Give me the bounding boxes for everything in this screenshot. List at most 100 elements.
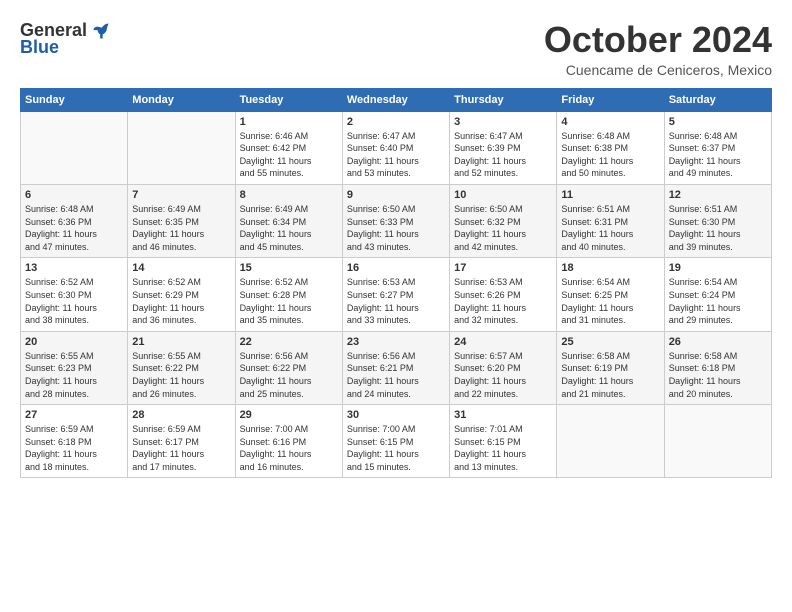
day-number: 17: [454, 262, 552, 274]
day-number: 4: [561, 116, 659, 128]
calendar-cell: 27 Sunrise: 6:59 AM Sunset: 6:18 PM Dayli…: [21, 405, 128, 478]
calendar-cell: 6 Sunrise: 6:48 AM Sunset: 6:36 PM Daylig…: [21, 184, 128, 257]
calendar-cell: 29 Sunrise: 7:00 AM Sunset: 6:16 PM Dayli…: [235, 405, 342, 478]
day-info: Sunrise: 6:58 AM Sunset: 6:18 PM Dayligh…: [669, 350, 767, 400]
day-info: Sunrise: 7:00 AM Sunset: 6:15 PM Dayligh…: [347, 423, 445, 473]
day-info: Sunrise: 6:48 AM Sunset: 6:38 PM Dayligh…: [561, 130, 659, 180]
day-info: Sunrise: 6:50 AM Sunset: 6:33 PM Dayligh…: [347, 203, 445, 253]
day-info: Sunrise: 7:01 AM Sunset: 6:15 PM Dayligh…: [454, 423, 552, 473]
day-info: Sunrise: 6:51 AM Sunset: 6:30 PM Dayligh…: [669, 203, 767, 253]
day-info: Sunrise: 6:47 AM Sunset: 6:39 PM Dayligh…: [454, 130, 552, 180]
day-number: 16: [347, 262, 445, 274]
calendar-cell: 11 Sunrise: 6:51 AM Sunset: 6:31 PM Dayli…: [557, 184, 664, 257]
calendar-cell: 25Sunrise: 6:58 AM Sunset: 6:19 PM Dayli…: [557, 331, 664, 404]
calendar-cell: 7 Sunrise: 6:49 AM Sunset: 6:35 PM Daylig…: [128, 184, 235, 257]
day-number: 29: [240, 409, 338, 421]
day-number: 26: [669, 336, 767, 348]
header-monday: Monday: [128, 88, 235, 111]
day-info: Sunrise: 6:51 AM Sunset: 6:31 PM Dayligh…: [561, 203, 659, 253]
day-info: Sunrise: 6:56 AM Sunset: 6:22 PM Dayligh…: [240, 350, 338, 400]
day-number: 27: [25, 409, 123, 421]
calendar-cell: [664, 405, 771, 478]
day-info: Sunrise: 6:54 AM Sunset: 6:25 PM Dayligh…: [561, 276, 659, 326]
page-header: General Blue October 2024 Cuencame de Ce…: [20, 20, 772, 78]
day-number: 3: [454, 116, 552, 128]
calendar-cell: 26 Sunrise: 6:58 AM Sunset: 6:18 PM Dayli…: [664, 331, 771, 404]
day-number: 24: [454, 336, 552, 348]
calendar-cell: 1Sunrise: 6:46 AM Sunset: 6:42 PM Daylig…: [235, 111, 342, 184]
day-number: 30: [347, 409, 445, 421]
day-number: 1: [240, 116, 338, 128]
calendar-cell: 12 Sunrise: 6:51 AM Sunset: 6:30 PM Dayli…: [664, 184, 771, 257]
day-info: Sunrise: 6:56 AM Sunset: 6:21 PM Dayligh…: [347, 350, 445, 400]
day-info: Sunrise: 6:53 AM Sunset: 6:27 PM Dayligh…: [347, 276, 445, 326]
day-number: 12: [669, 189, 767, 201]
day-number: 15: [240, 262, 338, 274]
day-info: Sunrise: 6:47 AM Sunset: 6:40 PM Dayligh…: [347, 130, 445, 180]
calendar-week-row: 6 Sunrise: 6:48 AM Sunset: 6:36 PM Daylig…: [21, 184, 772, 257]
calendar-cell: 30 Sunrise: 7:00 AM Sunset: 6:15 PM Dayli…: [342, 405, 449, 478]
calendar-week-row: 20Sunrise: 6:55 AM Sunset: 6:23 PM Dayli…: [21, 331, 772, 404]
calendar-cell: 24 Sunrise: 6:57 AM Sunset: 6:20 PM Dayli…: [450, 331, 557, 404]
day-info: Sunrise: 6:59 AM Sunset: 6:17 PM Dayligh…: [132, 423, 230, 473]
calendar-cell: 15 Sunrise: 6:52 AM Sunset: 6:28 PM Dayli…: [235, 258, 342, 331]
calendar-week-row: 27 Sunrise: 6:59 AM Sunset: 6:18 PM Dayli…: [21, 405, 772, 478]
day-info: Sunrise: 7:00 AM Sunset: 6:16 PM Dayligh…: [240, 423, 338, 473]
header-friday: Friday: [557, 88, 664, 111]
calendar-cell: 16 Sunrise: 6:53 AM Sunset: 6:27 PM Dayli…: [342, 258, 449, 331]
day-info: Sunrise: 6:53 AM Sunset: 6:26 PM Dayligh…: [454, 276, 552, 326]
day-number: 7: [132, 189, 230, 201]
calendar-cell: [21, 111, 128, 184]
calendar-cell: 17 Sunrise: 6:53 AM Sunset: 6:26 PM Dayli…: [450, 258, 557, 331]
calendar-cell: 5 Sunrise: 6:48 AM Sunset: 6:37 PM Daylig…: [664, 111, 771, 184]
day-number: 20: [25, 336, 123, 348]
day-info: Sunrise: 6:49 AM Sunset: 6:35 PM Dayligh…: [132, 203, 230, 253]
header-tuesday: Tuesday: [235, 88, 342, 111]
day-number: 5: [669, 116, 767, 128]
title-section: October 2024 Cuencame de Ceniceros, Mexi…: [544, 20, 772, 78]
day-info: Sunrise: 6:57 AM Sunset: 6:20 PM Dayligh…: [454, 350, 552, 400]
calendar-cell: 13Sunrise: 6:52 AM Sunset: 6:30 PM Dayli…: [21, 258, 128, 331]
calendar-cell: 22 Sunrise: 6:56 AM Sunset: 6:22 PM Dayli…: [235, 331, 342, 404]
calendar-cell: 23 Sunrise: 6:56 AM Sunset: 6:21 PM Dayli…: [342, 331, 449, 404]
day-info: Sunrise: 6:55 AM Sunset: 6:22 PM Dayligh…: [132, 350, 230, 400]
day-number: 9: [347, 189, 445, 201]
logo: General Blue: [20, 20, 111, 58]
calendar-table: SundayMondayTuesdayWednesdayThursdayFrid…: [20, 88, 772, 479]
day-number: 22: [240, 336, 338, 348]
calendar-cell: 9 Sunrise: 6:50 AM Sunset: 6:33 PM Daylig…: [342, 184, 449, 257]
calendar-cell: 8Sunrise: 6:49 AM Sunset: 6:34 PM Daylig…: [235, 184, 342, 257]
day-number: 19: [669, 262, 767, 274]
calendar-cell: 18Sunrise: 6:54 AM Sunset: 6:25 PM Dayli…: [557, 258, 664, 331]
calendar-cell: 19 Sunrise: 6:54 AM Sunset: 6:24 PM Dayli…: [664, 258, 771, 331]
calendar-cell: 28 Sunrise: 6:59 AM Sunset: 6:17 PM Dayli…: [128, 405, 235, 478]
day-number: 10: [454, 189, 552, 201]
day-info: Sunrise: 6:59 AM Sunset: 6:18 PM Dayligh…: [25, 423, 123, 473]
day-number: 14: [132, 262, 230, 274]
day-number: 21: [132, 336, 230, 348]
day-info: Sunrise: 6:54 AM Sunset: 6:24 PM Dayligh…: [669, 276, 767, 326]
day-number: 6: [25, 189, 123, 201]
calendar-week-row: 1Sunrise: 6:46 AM Sunset: 6:42 PM Daylig…: [21, 111, 772, 184]
calendar-cell: 10 Sunrise: 6:50 AM Sunset: 6:32 PM Dayli…: [450, 184, 557, 257]
day-number: 31: [454, 409, 552, 421]
calendar-cell: 14 Sunrise: 6:52 AM Sunset: 6:29 PM Dayli…: [128, 258, 235, 331]
day-info: Sunrise: 6:48 AM Sunset: 6:36 PM Dayligh…: [25, 203, 123, 253]
header-sunday: Sunday: [21, 88, 128, 111]
day-info: Sunrise: 6:52 AM Sunset: 6:28 PM Dayligh…: [240, 276, 338, 326]
calendar-header-row: SundayMondayTuesdayWednesdayThursdayFrid…: [21, 88, 772, 111]
day-number: 23: [347, 336, 445, 348]
header-thursday: Thursday: [450, 88, 557, 111]
calendar-cell: [128, 111, 235, 184]
day-number: 28: [132, 409, 230, 421]
month-title: October 2024: [544, 20, 772, 60]
day-number: 2: [347, 116, 445, 128]
day-number: 25: [561, 336, 659, 348]
day-info: Sunrise: 6:52 AM Sunset: 6:29 PM Dayligh…: [132, 276, 230, 326]
calendar-cell: 31 Sunrise: 7:01 AM Sunset: 6:15 PM Dayli…: [450, 405, 557, 478]
day-info: Sunrise: 6:48 AM Sunset: 6:37 PM Dayligh…: [669, 130, 767, 180]
day-number: 13: [25, 262, 123, 274]
day-number: 11: [561, 189, 659, 201]
day-number: 8: [240, 189, 338, 201]
day-info: Sunrise: 6:50 AM Sunset: 6:32 PM Dayligh…: [454, 203, 552, 253]
